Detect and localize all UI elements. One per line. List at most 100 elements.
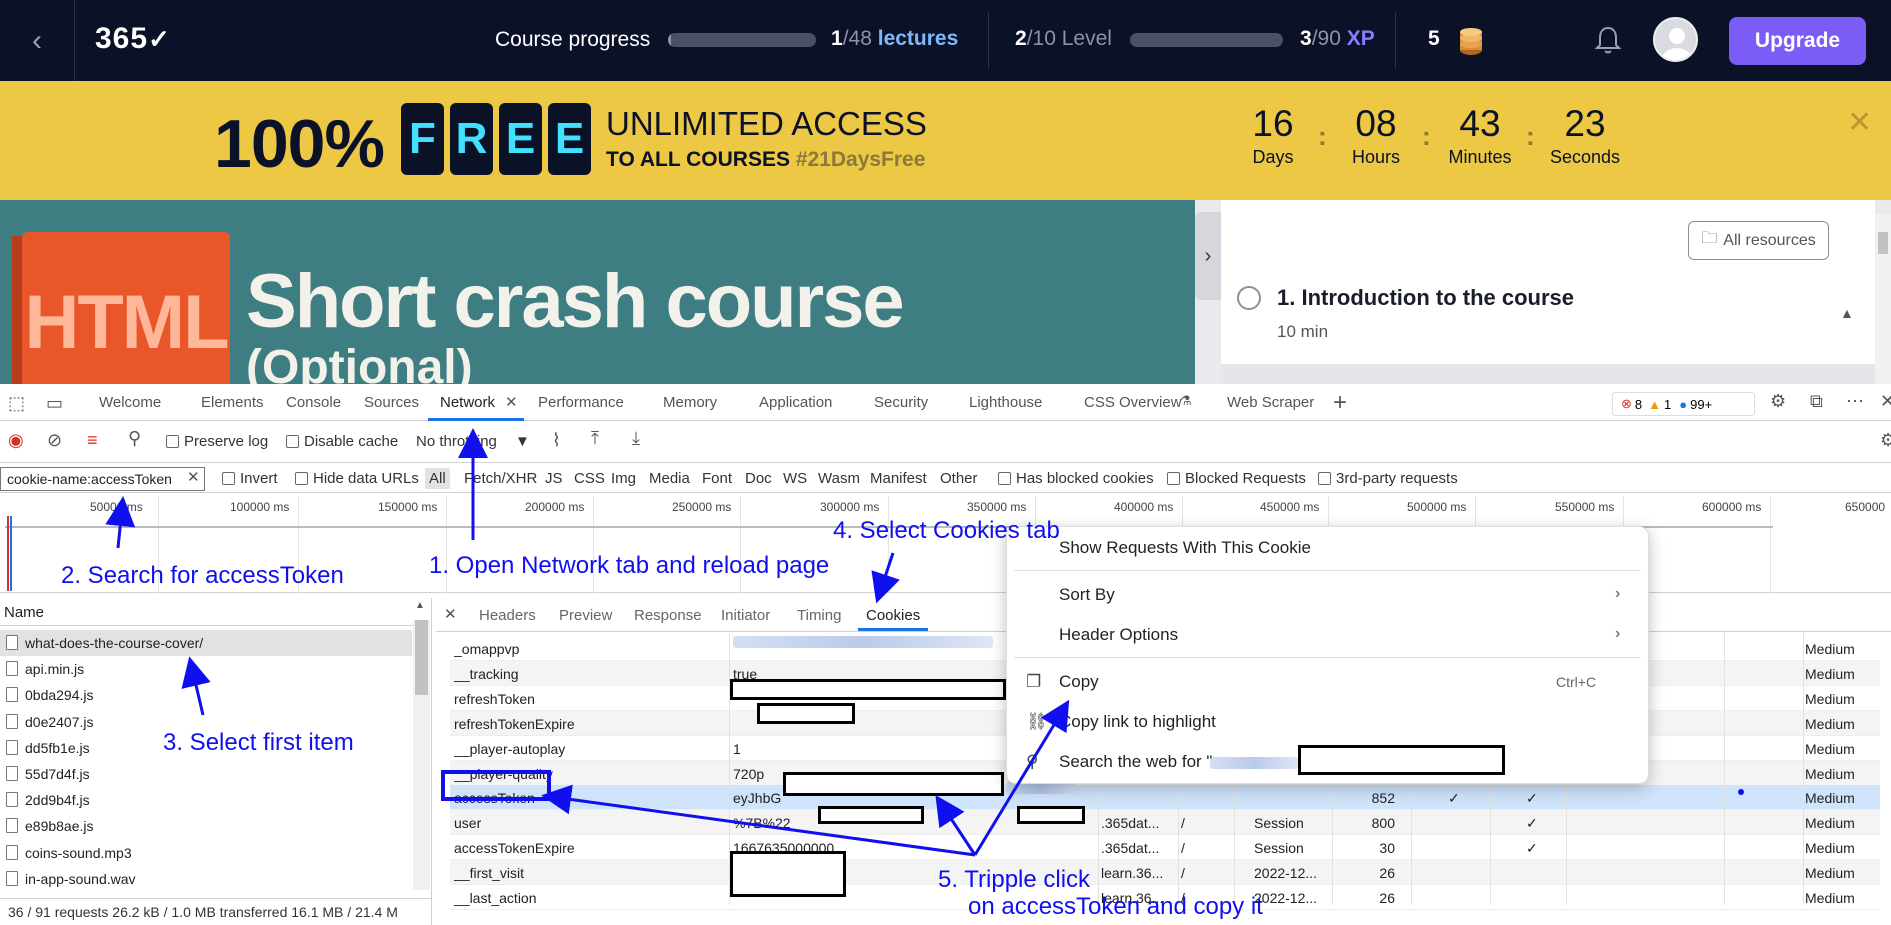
plus-icon[interactable]: + <box>1333 389 1347 417</box>
filter-type-img[interactable]: Img <box>611 470 636 487</box>
tab-memory[interactable]: Memory <box>663 394 717 411</box>
tab-application[interactable]: Application <box>759 394 832 411</box>
tab-web-scraper[interactable]: Web Scraper <box>1227 394 1314 411</box>
checkbox[interactable] <box>295 472 308 485</box>
checkbox[interactable] <box>222 472 235 485</box>
filter-type-js[interactable]: JS <box>545 470 563 487</box>
request-row[interactable]: what-does-the-course-cover/ <box>0 630 412 656</box>
sidebar-scrollbar[interactable] <box>1875 214 1891 384</box>
clear-filter-icon[interactable]: ✕ <box>187 468 200 486</box>
menu-item-copy[interactable]: Copy <box>1059 672 1099 692</box>
tab-headers[interactable]: Headers <box>479 607 536 624</box>
course-title: Short crash course <box>246 259 905 344</box>
filter-type-fetch[interactable]: Fetch/XHR <box>464 470 537 487</box>
customize-icon[interactable]: ⧉ <box>1810 391 1823 412</box>
disable-cache-checkbox[interactable]: Disable cache <box>286 433 398 450</box>
tab-cookies[interactable]: Cookies <box>866 607 920 624</box>
upgrade-button[interactable]: Upgrade <box>1729 17 1866 65</box>
cookie-row[interactable]: user %7B%22 .365dat... / Session 800 ✓ Medium <box>450 810 1880 836</box>
gear-icon[interactable]: ⚙ <box>1770 391 1786 412</box>
cookie-row[interactable]: __first_visit learn.36... / 2022-12... 26 Med… <box>450 860 1880 886</box>
filter-type-other[interactable]: Other <box>940 470 978 487</box>
sidebar-toggle[interactable]: › <box>1195 212 1221 300</box>
clear-icon[interactable]: ⊘ <box>47 430 62 451</box>
tab-security[interactable]: Security <box>874 394 928 411</box>
menu-item-sort-by[interactable]: Sort By <box>1059 585 1115 605</box>
filter-type-ws[interactable]: WS <box>783 470 807 487</box>
tab-css-overview[interactable]: CSS Overview <box>1084 394 1182 411</box>
avatar[interactable] <box>1653 17 1698 62</box>
network-conditions-icon[interactable]: ⌇ <box>552 430 561 451</box>
tab-sources[interactable]: Sources <box>364 394 419 411</box>
scrollbar-thumb[interactable] <box>415 620 428 695</box>
lesson-status-radio[interactable] <box>1237 286 1261 310</box>
filter-type-doc[interactable]: Doc <box>745 470 772 487</box>
tab-performance[interactable]: Performance <box>538 394 624 411</box>
filter-type-media[interactable]: Media <box>649 470 690 487</box>
request-row[interactable]: 0bda294.js <box>0 682 412 708</box>
filter-type-manifest[interactable]: Manifest <box>870 470 927 487</box>
tab-network[interactable]: Network <box>440 394 495 411</box>
request-row[interactable]: api.min.js <box>0 656 412 682</box>
checkbox[interactable] <box>286 435 299 448</box>
menu-item-header-options[interactable]: Header Options <box>1059 625 1178 645</box>
close-tab-icon[interactable]: ✕ <box>505 393 518 411</box>
inspect-icon[interactable]: ⬚ <box>8 393 25 414</box>
scrollbar-thumb[interactable] <box>1878 232 1888 254</box>
tab-welcome[interactable]: Welcome <box>99 394 161 411</box>
blocked-requests-checkbox[interactable]: Blocked Requests <box>1167 470 1306 487</box>
issues-badge[interactable]: ⊗ 8 ▲ 1 ● 99+ <box>1612 392 1755 416</box>
bell-icon[interactable] <box>1592 24 1624 56</box>
filter-input[interactable]: cookie-name:accessToken <box>0 467 205 491</box>
more-icon[interactable]: ⋯ <box>1846 391 1864 412</box>
preserve-log-checkbox[interactable]: Preserve log <box>166 433 268 450</box>
request-row[interactable]: 2dd9b4f.js <box>0 787 412 813</box>
logo[interactable]: 365✓ <box>95 22 171 56</box>
cookie-row[interactable]: accessToken eyJhbG 852 ✓ ✓ Medium <box>450 785 1880 811</box>
menu-item-show-requests[interactable]: Show Requests With This Cookie <box>1059 538 1311 558</box>
request-row[interactable]: 55d7d4f.js <box>0 761 412 787</box>
filter-type-font[interactable]: Font <box>702 470 732 487</box>
request-row[interactable]: e89b8ae.js <box>0 813 412 839</box>
name-column-header[interactable]: Name <box>0 598 430 626</box>
blocked-cookies-checkbox[interactable]: Has blocked cookies <box>998 470 1154 487</box>
export-har-icon[interactable]: ⤓ <box>632 428 640 449</box>
device-toggle-icon[interactable]: ▭ <box>46 393 63 414</box>
close-devtools-icon[interactable]: ✕ <box>1880 391 1891 412</box>
filter-icon[interactable]: ≡ <box>87 430 98 451</box>
import-har-icon[interactable]: ⤒ <box>591 428 599 449</box>
tab-preview[interactable]: Preview <box>559 607 612 624</box>
caret-up-icon[interactable]: ▲ <box>1840 305 1854 321</box>
close-icon[interactable]: ✕ <box>1847 105 1872 140</box>
back-button[interactable]: ‹ <box>0 0 75 81</box>
cookie-row[interactable]: accessTokenExpire 1667635000000.365dat...… <box>450 835 1880 861</box>
course-video[interactable]: HTML Short crash course (Optional) <box>0 200 1220 384</box>
search-icon[interactable]: ⚲ <box>128 428 141 449</box>
checkbox[interactable] <box>1167 472 1180 485</box>
filter-type-all[interactable]: All <box>425 468 450 489</box>
checkbox[interactable] <box>998 472 1011 485</box>
all-resources-button[interactable]: 🗀 All resources <box>1688 221 1829 260</box>
throttling-select[interactable]: No throttling ▼ <box>416 433 530 450</box>
request-row[interactable]: coins-sound.mp3 <box>0 840 412 866</box>
checkbox[interactable] <box>1318 472 1331 485</box>
close-details-icon[interactable]: ✕ <box>444 605 457 623</box>
request-list-scrollbar[interactable] <box>413 620 430 890</box>
network-settings-icon[interactable]: ⚙ <box>1880 430 1891 451</box>
lesson-title[interactable]: 1. Introduction to the course <box>1277 285 1574 311</box>
menu-item-copy-link[interactable]: Copy link to highlight <box>1059 712 1216 732</box>
tab-elements[interactable]: Elements <box>201 394 264 411</box>
invert-checkbox[interactable]: Invert <box>222 470 278 487</box>
hide-data-urls-checkbox[interactable]: Hide data URLs <box>295 470 419 487</box>
filter-type-wasm[interactable]: Wasm <box>818 470 860 487</box>
tab-console[interactable]: Console <box>286 394 341 411</box>
tab-response[interactable]: Response <box>634 607 702 624</box>
tab-timing[interactable]: Timing <box>797 607 841 624</box>
request-row[interactable]: in-app-sound.wav <box>0 866 412 892</box>
tab-lighthouse[interactable]: Lighthouse <box>969 394 1042 411</box>
checkbox[interactable] <box>166 435 179 448</box>
filter-type-css[interactable]: CSS <box>574 470 605 487</box>
record-icon[interactable]: ◉ <box>8 430 24 451</box>
third-party-checkbox[interactable]: 3rd-party requests <box>1318 470 1458 487</box>
tab-initiator[interactable]: Initiator <box>721 607 770 624</box>
